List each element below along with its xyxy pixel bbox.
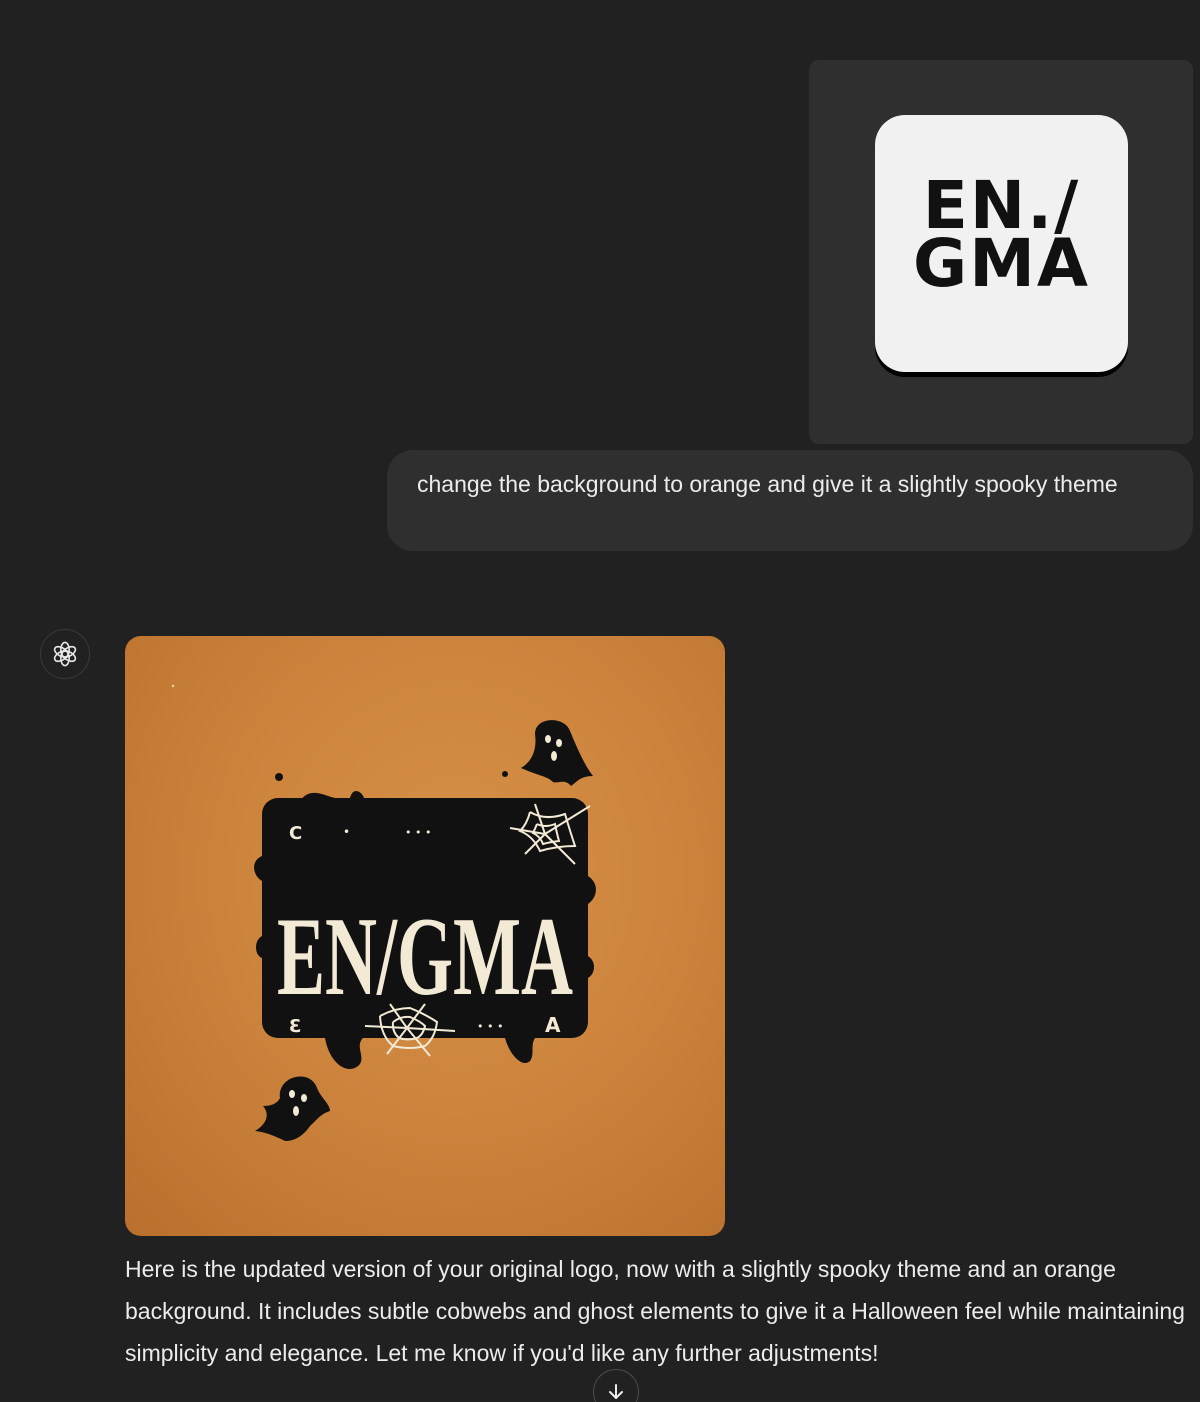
badge-corner-bottom-left: Ɛ [289, 1016, 302, 1037]
spooky-logo-artwork: EN/GMA C • • • • Ɛ • • • A [171, 684, 596, 1141]
badge-main-text: EN/GMA [277, 895, 573, 1019]
chat-page: EN./ GMA change the background to orange… [0, 0, 1200, 1402]
ghost-icon [521, 720, 593, 786]
user-message-text: change the background to orange and give… [417, 471, 1118, 497]
generated-spooky-logo-image[interactable]: EN/GMA C • • • • Ɛ • • • A [125, 636, 725, 1236]
assistant-message-text: Here is the updated version of your orig… [125, 1256, 1185, 1366]
assistant-avatar [40, 629, 90, 679]
badge-dots-bottom: • • • [477, 1020, 503, 1033]
arrow-down-icon [609, 1384, 623, 1399]
badge-corner-top-left: C [289, 823, 302, 844]
badge-dots-top: • • • [405, 826, 431, 839]
badge-corner-bottom-right: A [545, 1013, 561, 1037]
splatter-dot [275, 773, 283, 781]
speck [171, 684, 175, 688]
enigma-logo-text: EN./ GMA [913, 167, 1090, 302]
splatter-dot [502, 771, 508, 777]
user-message-bubble: change the background to orange and give… [387, 450, 1193, 551]
user-uploaded-image[interactable]: EN./ GMA [809, 60, 1193, 444]
enigma-logo-tile: EN./ GMA [875, 115, 1128, 372]
ghost-icon [255, 1076, 330, 1141]
badge-dot-single: • [343, 825, 350, 839]
chatgpt-logo-icon [53, 641, 77, 667]
